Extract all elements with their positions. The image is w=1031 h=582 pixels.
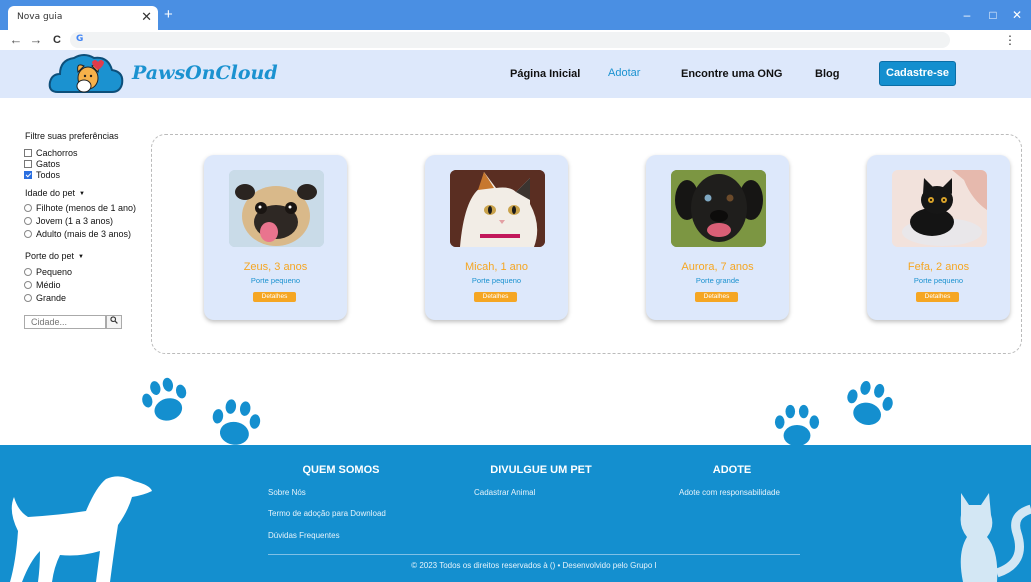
footer-title-publish: DIVULGUE UM PET: [490, 464, 592, 476]
tab-close-icon[interactable]: ✕: [141, 9, 152, 25]
city-input[interactable]: [24, 315, 106, 329]
pet-name: Zeus, 3 anos: [243, 261, 308, 273]
site-footer: QUEM SOMOS Sobre Nós Termo de adoção par…: [0, 445, 1031, 582]
details-button[interactable]: Detalhes: [474, 292, 517, 302]
footer-title-adopt: ADOTE: [712, 464, 752, 476]
site-header: PawsOnCloud Página Inicial Adotar Encont…: [0, 50, 1031, 98]
pet-card[interactable]: Fefa, 2 anos Porte pequeno Detalhes: [867, 155, 1010, 320]
forward-icon[interactable]: →: [29, 32, 43, 48]
dog-silhouette-icon: [10, 476, 152, 582]
filters-title: Filtre suas preferências: [25, 131, 119, 141]
pet-photo-calico-cat: [450, 170, 545, 247]
paw-print-icon: [142, 377, 187, 421]
back-icon[interactable]: ←: [9, 32, 23, 48]
new-tab-icon[interactable]: +: [164, 7, 173, 23]
radio[interactable]: [24, 204, 32, 212]
tab-title: Nova guia: [17, 12, 63, 22]
window-close-icon[interactable]: ✕: [1009, 7, 1025, 23]
radio[interactable]: [24, 268, 32, 276]
pet-size: Porte pequeno: [250, 276, 301, 285]
logo-icon[interactable]: [48, 52, 124, 96]
pet-size: Porte pequeno: [913, 276, 964, 285]
footer-link-faq[interactable]: Dúvidas Frequentes: [268, 531, 340, 540]
pet-photo-pug: [229, 170, 324, 247]
radio-label: Adulto (mais de 3 anos): [36, 229, 132, 239]
caret-down-icon: ▼: [79, 190, 85, 197]
pet-name: Fefa, 2 anos: [907, 261, 970, 273]
radio[interactable]: [24, 230, 32, 238]
pet-card[interactable]: Aurora, 7 anos Porte grande Detalhes: [646, 155, 789, 320]
maximize-icon[interactable]: □: [985, 7, 1001, 23]
checkbox-label: Todos: [36, 170, 61, 180]
paw-print-icon: [847, 380, 893, 425]
radio[interactable]: [24, 294, 32, 302]
pet-size: Porte pequeno: [471, 276, 522, 285]
copyright-text: © 2023 Todos os direitos reservados à ()…: [411, 561, 657, 570]
radio-label: Grande: [36, 293, 67, 303]
age-dropdown[interactable]: Idade do pet ▼: [25, 188, 85, 198]
pet-name: Micah, 1 ano: [465, 261, 528, 273]
nav-home[interactable]: Página Inicial: [510, 68, 580, 80]
logo-text[interactable]: PawsOnCloud: [132, 62, 278, 84]
minimize-icon[interactable]: –: [959, 7, 975, 23]
page-root: Nova guia ✕ + – □ ✕ ← → C G ⋮ PawsOnClou…: [0, 0, 1031, 582]
paw-print-icon: [212, 399, 261, 445]
search-engine-icon: G: [76, 34, 84, 44]
nav-adopt[interactable]: Adotar: [608, 67, 640, 79]
checkbox-label: Cachorros: [36, 148, 78, 158]
pet-photo-black-cat: [892, 170, 987, 247]
details-button[interactable]: Detalhes: [695, 292, 738, 302]
radio-label: Jovem (1 a 3 anos): [36, 216, 114, 226]
address-bar[interactable]: [70, 32, 950, 48]
radio-label: Filhote (menos de 1 ano): [36, 203, 137, 213]
radio-label: Pequeno: [36, 267, 73, 277]
radio-label: Médio: [36, 280, 61, 290]
pet-card[interactable]: Zeus, 3 anos Porte pequeno Detalhes: [204, 155, 347, 320]
pet-list: Zeus, 3 anos Porte pequeno Detalhes Mica…: [151, 134, 1022, 354]
checkbox[interactable]: [24, 149, 32, 157]
checkbox-checked[interactable]: [24, 171, 32, 179]
pet-size: Porte grande: [695, 276, 740, 285]
caret-down-icon: ▼: [78, 253, 84, 260]
radio[interactable]: [24, 281, 32, 289]
footer-link-about[interactable]: Sobre Nós: [268, 488, 306, 497]
browser-menu-icon[interactable]: ⋮: [1004, 33, 1016, 47]
size-dropdown[interactable]: Porte do pet ▼: [25, 251, 84, 261]
pet-card[interactable]: Micah, 1 ano Porte pequeno Detalhes: [425, 155, 568, 320]
city-search-button[interactable]: [106, 315, 122, 329]
pet-photo-black-dog: [671, 170, 766, 247]
details-button[interactable]: Detalhes: [253, 292, 296, 302]
footer-link-register-animal[interactable]: Cadastrar Animal: [474, 488, 535, 497]
footer-link-responsible[interactable]: Adote com responsabilidade: [679, 488, 780, 497]
signup-button[interactable]: Cadastre-se: [879, 61, 956, 86]
search-icon: [110, 316, 118, 324]
browser-tab[interactable]: Nova guia ✕: [8, 6, 158, 30]
radio[interactable]: [24, 217, 32, 225]
cat-silhouette-icon: [960, 493, 1031, 582]
nav-blog[interactable]: Blog: [815, 68, 839, 80]
footer-divider: [268, 554, 800, 555]
reload-icon[interactable]: C: [50, 32, 64, 48]
nav-find-ong[interactable]: Encontre uma ONG: [681, 68, 782, 80]
browser-toolbar: ← → C G ⋮: [0, 30, 1031, 50]
pet-name: Aurora, 7 anos: [681, 261, 754, 273]
footer-link-terms[interactable]: Termo de adoção para Download: [268, 509, 386, 518]
checkbox-label: Gatos: [36, 159, 61, 169]
checkbox[interactable]: [24, 160, 32, 168]
details-button[interactable]: Detalhes: [916, 292, 959, 302]
paw-print-icon: [774, 404, 820, 447]
footer-title-about: QUEM SOMOS: [302, 464, 380, 476]
browser-tab-bar: Nova guia ✕ + – □ ✕: [0, 0, 1031, 30]
